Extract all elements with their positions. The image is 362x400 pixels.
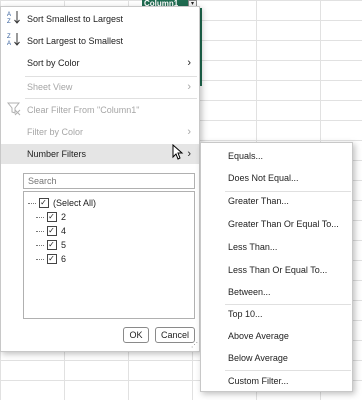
submenu-item-custom-filter[interactable]: Custom Filter... [228, 374, 289, 388]
list-item[interactable]: ✓ 5 [36, 238, 66, 252]
list-item[interactable]: ✓ 4 [36, 224, 66, 238]
sort-by-color-label: Sort by Color [27, 58, 80, 68]
tree-line [36, 259, 44, 261]
autofilter-menu: AZ Sort Smallest to Largest ZA Sort Larg… [0, 6, 200, 352]
svg-text:Z: Z [7, 19, 11, 25]
submenu-item-below-average[interactable]: Below Average [228, 351, 288, 365]
tree-line [36, 217, 44, 219]
menu-separator [25, 98, 197, 99]
checkbox-checked[interactable]: ✓ [46, 211, 57, 222]
svg-text:A: A [7, 41, 11, 47]
checkbox-checked[interactable]: ✓ [46, 253, 57, 264]
menu-separator [225, 304, 351, 305]
sort-ascending-icon: AZ [7, 9, 23, 29]
chevron-right-icon: › [187, 81, 191, 93]
list-item[interactable]: ✓ 6 [36, 252, 66, 266]
submenu-item-equals[interactable]: Equals... [228, 149, 263, 163]
number-filters-label: Number Filters [27, 149, 87, 159]
checkbox-checked[interactable]: ✓ [38, 197, 49, 208]
clear-filter-label: Clear Filter From "Column1" [27, 105, 140, 115]
sheet-view-item: Sheet View › [1, 77, 199, 97]
list-item-label: 5 [61, 240, 67, 250]
clear-filter-item: Clear Filter From "Column1" [1, 100, 199, 120]
tree-line [36, 231, 44, 233]
sort-descending-label: Sort Largest to Smallest [27, 36, 124, 46]
list-item-label: 4 [61, 226, 67, 236]
tree-line [28, 203, 36, 205]
list-item-label: 2 [61, 212, 67, 222]
sheet-view-label: Sheet View [27, 82, 73, 92]
resize-grip-icon[interactable]: ⋰ [191, 341, 198, 349]
chevron-right-icon: › [187, 148, 191, 160]
ok-button[interactable]: OK [123, 327, 149, 343]
clear-filter-icon [6, 100, 23, 120]
tree-line [36, 245, 44, 247]
chevron-right-icon: › [187, 126, 191, 138]
checkbox-checked[interactable]: ✓ [46, 225, 57, 236]
submenu-item-does-not-equal[interactable]: Does Not Equal... [228, 171, 299, 185]
list-item-select-all[interactable]: ✓ (Select All) [28, 196, 96, 210]
sort-descending-icon: ZA [7, 31, 23, 51]
submenu-item-between[interactable]: Between... [228, 285, 271, 299]
submenu-item-above-average[interactable]: Above Average [228, 329, 289, 343]
svg-text:Z: Z [7, 34, 11, 40]
values-list[interactable]: ✓ (Select All) ✓ 2 ✓ 4 ✓ 5 ✓ 6 [23, 191, 195, 319]
sort-descending-item[interactable]: ZA Sort Largest to Smallest [1, 31, 199, 51]
submenu-item-less-than-or-equal[interactable]: Less Than Or Equal To... [228, 263, 327, 277]
submenu-item-top-10[interactable]: Top 10... [228, 307, 263, 321]
list-item-label: (Select All) [53, 198, 97, 208]
sort-by-color-item[interactable]: Sort by Color › [1, 53, 199, 73]
svg-text:A: A [7, 12, 11, 18]
mouse-cursor-icon [172, 144, 184, 160]
menu-separator [225, 370, 351, 371]
menu-separator [225, 191, 351, 192]
chevron-right-icon: › [187, 57, 191, 69]
checkbox-checked[interactable]: ✓ [46, 239, 57, 250]
number-filters-item[interactable]: Number Filters › [1, 144, 199, 164]
filter-by-color-item: Filter by Color › [1, 122, 199, 142]
filter-by-color-label: Filter by Color [27, 127, 84, 137]
list-item-label: 6 [61, 254, 67, 264]
search-input[interactable] [23, 173, 195, 189]
sort-ascending-label: Sort Smallest to Largest [27, 14, 124, 24]
submenu-item-greater-than[interactable]: Greater Than... [228, 194, 289, 208]
number-filters-submenu: Equals... Does Not Equal... Greater Than… [200, 142, 353, 392]
submenu-item-less-than[interactable]: Less Than... [228, 240, 277, 254]
list-item[interactable]: ✓ 2 [36, 210, 66, 224]
submenu-item-greater-than-or-equal[interactable]: Greater Than Or Equal To... [228, 217, 339, 231]
sort-ascending-item[interactable]: AZ Sort Smallest to Largest [1, 9, 199, 29]
cancel-button[interactable]: Cancel [155, 327, 195, 343]
